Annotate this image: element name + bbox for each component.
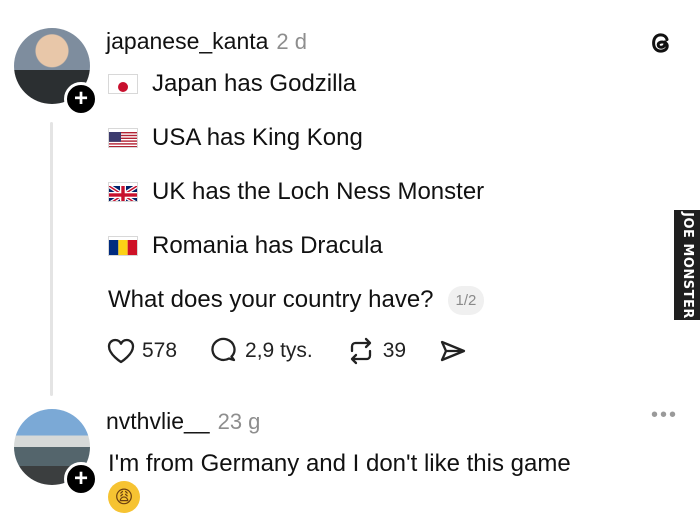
reply-emoji: 😩: [114, 486, 134, 507]
watermark: JOE MONSTER: [674, 210, 700, 320]
send-icon: [440, 340, 466, 362]
repost-icon: [350, 337, 371, 365]
follow-plus-icon[interactable]: +: [64, 462, 98, 496]
share-button[interactable]: [438, 337, 474, 365]
japan-flag-icon: [108, 74, 138, 94]
repost-count: 39: [382, 339, 407, 362]
page-indicator-badge[interactable]: 1/2: [447, 286, 485, 316]
comment-button[interactable]: 2,9 tys.: [209, 337, 313, 365]
weary-face-emoji: 😩: [108, 481, 140, 513]
post-line-uk: UK has the Loch Ness Monster: [108, 178, 484, 206]
reply-time: 23 g: [217, 409, 261, 434]
thread-line: [50, 122, 53, 396]
post-line-text: USA has King Kong: [152, 124, 363, 151]
threads-logo-icon[interactable]: [646, 28, 676, 58]
post-line-usa: USA has King Kong: [108, 124, 363, 152]
post-line-text: UK has the Loch Ness Monster: [152, 178, 485, 205]
comment-bubble-icon: [211, 337, 236, 362]
post-line-romania: Romania has Dracula: [108, 232, 383, 260]
post-username[interactable]: japanese_kanta: [106, 28, 268, 54]
reply-header: nvthvlie__ 23 g: [106, 408, 260, 435]
comment-count: 2,9 tys.: [245, 339, 313, 362]
reply-username[interactable]: nvthvlie__: [106, 408, 210, 434]
romania-flag-icon: [108, 236, 138, 256]
reply-text: I'm from Germany and I don't like this g…: [108, 450, 571, 477]
follow-plus-icon[interactable]: +: [64, 82, 98, 116]
post-line-text: Japan has Godzilla: [152, 70, 357, 97]
watermark-text: JOE MONSTER: [679, 211, 695, 319]
post-line-japan: Japan has Godzilla: [108, 70, 356, 98]
like-button[interactable]: 578: [106, 337, 177, 365]
post-line-text: Romania has Dracula: [152, 232, 383, 259]
repost-button[interactable]: 39: [345, 337, 406, 365]
post-question: What does your country have?: [108, 286, 434, 313]
post-actions: 578 2,9 tys. 39: [106, 337, 506, 365]
more-dots-icon[interactable]: •••: [651, 404, 678, 427]
post-header: japanese_kanta 2 d: [106, 28, 307, 55]
post-time: 2 d: [276, 29, 308, 54]
heart-icon: [107, 338, 135, 364]
uk-flag-icon: [108, 182, 138, 202]
post-question-row: What does your country have? 1/2: [108, 286, 485, 316]
like-count: 578: [142, 339, 178, 362]
usa-flag-icon: [108, 128, 138, 148]
